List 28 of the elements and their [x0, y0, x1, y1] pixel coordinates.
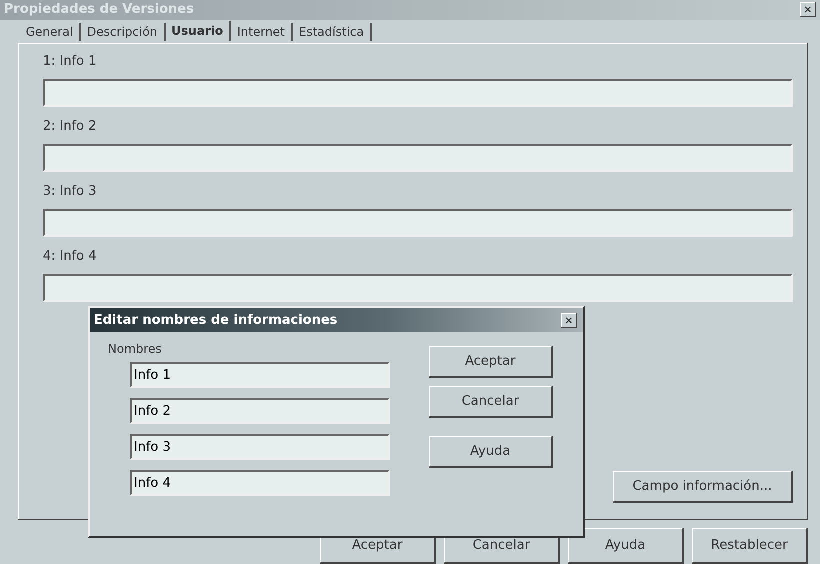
info-field-button[interactable]: Campo información... — [613, 470, 793, 503]
dialog-button[interactable]: Ayuda — [568, 528, 684, 564]
name-field[interactable]: Info 3 — [130, 434, 390, 460]
input-field[interactable] — [43, 144, 793, 172]
name-field[interactable]: Info 1 — [130, 362, 390, 388]
field-label: 4: Info 4 — [43, 248, 98, 264]
input-field[interactable] — [43, 208, 793, 237]
dialog-button[interactable]: Aceptar — [429, 346, 553, 378]
close-button[interactable]: × — [800, 2, 816, 18]
dialog-title: Editar nombres de informaciones — [94, 312, 338, 328]
input-field[interactable] — [43, 274, 793, 302]
tab[interactable]: Descripción — [81, 22, 166, 41]
dialog-button[interactable]: Restablecer — [692, 528, 808, 564]
name-field[interactable]: Info 4 — [130, 470, 390, 496]
tab[interactable]: General — [20, 22, 82, 41]
close-button[interactable]: × — [561, 312, 577, 328]
field-label: 1: Info 1 — [43, 54, 98, 69]
field-label: 3: Info 3 — [43, 184, 98, 199]
tab[interactable]: Internet — [231, 22, 294, 41]
tab[interactable]: Estadística — [293, 22, 372, 41]
dialog-button[interactable]: Cancelar — [429, 386, 553, 418]
group-label: Nombres — [108, 342, 163, 356]
input-field[interactable] — [43, 78, 793, 107]
field-label: 2: Info 2 — [43, 118, 98, 134]
dialog-button[interactable]: Ayuda — [429, 436, 553, 468]
window-title: Propiedades de Versiones — [4, 2, 194, 18]
name-field[interactable]: Info 2 — [130, 398, 390, 424]
tab[interactable]: Usuario — [166, 20, 232, 41]
